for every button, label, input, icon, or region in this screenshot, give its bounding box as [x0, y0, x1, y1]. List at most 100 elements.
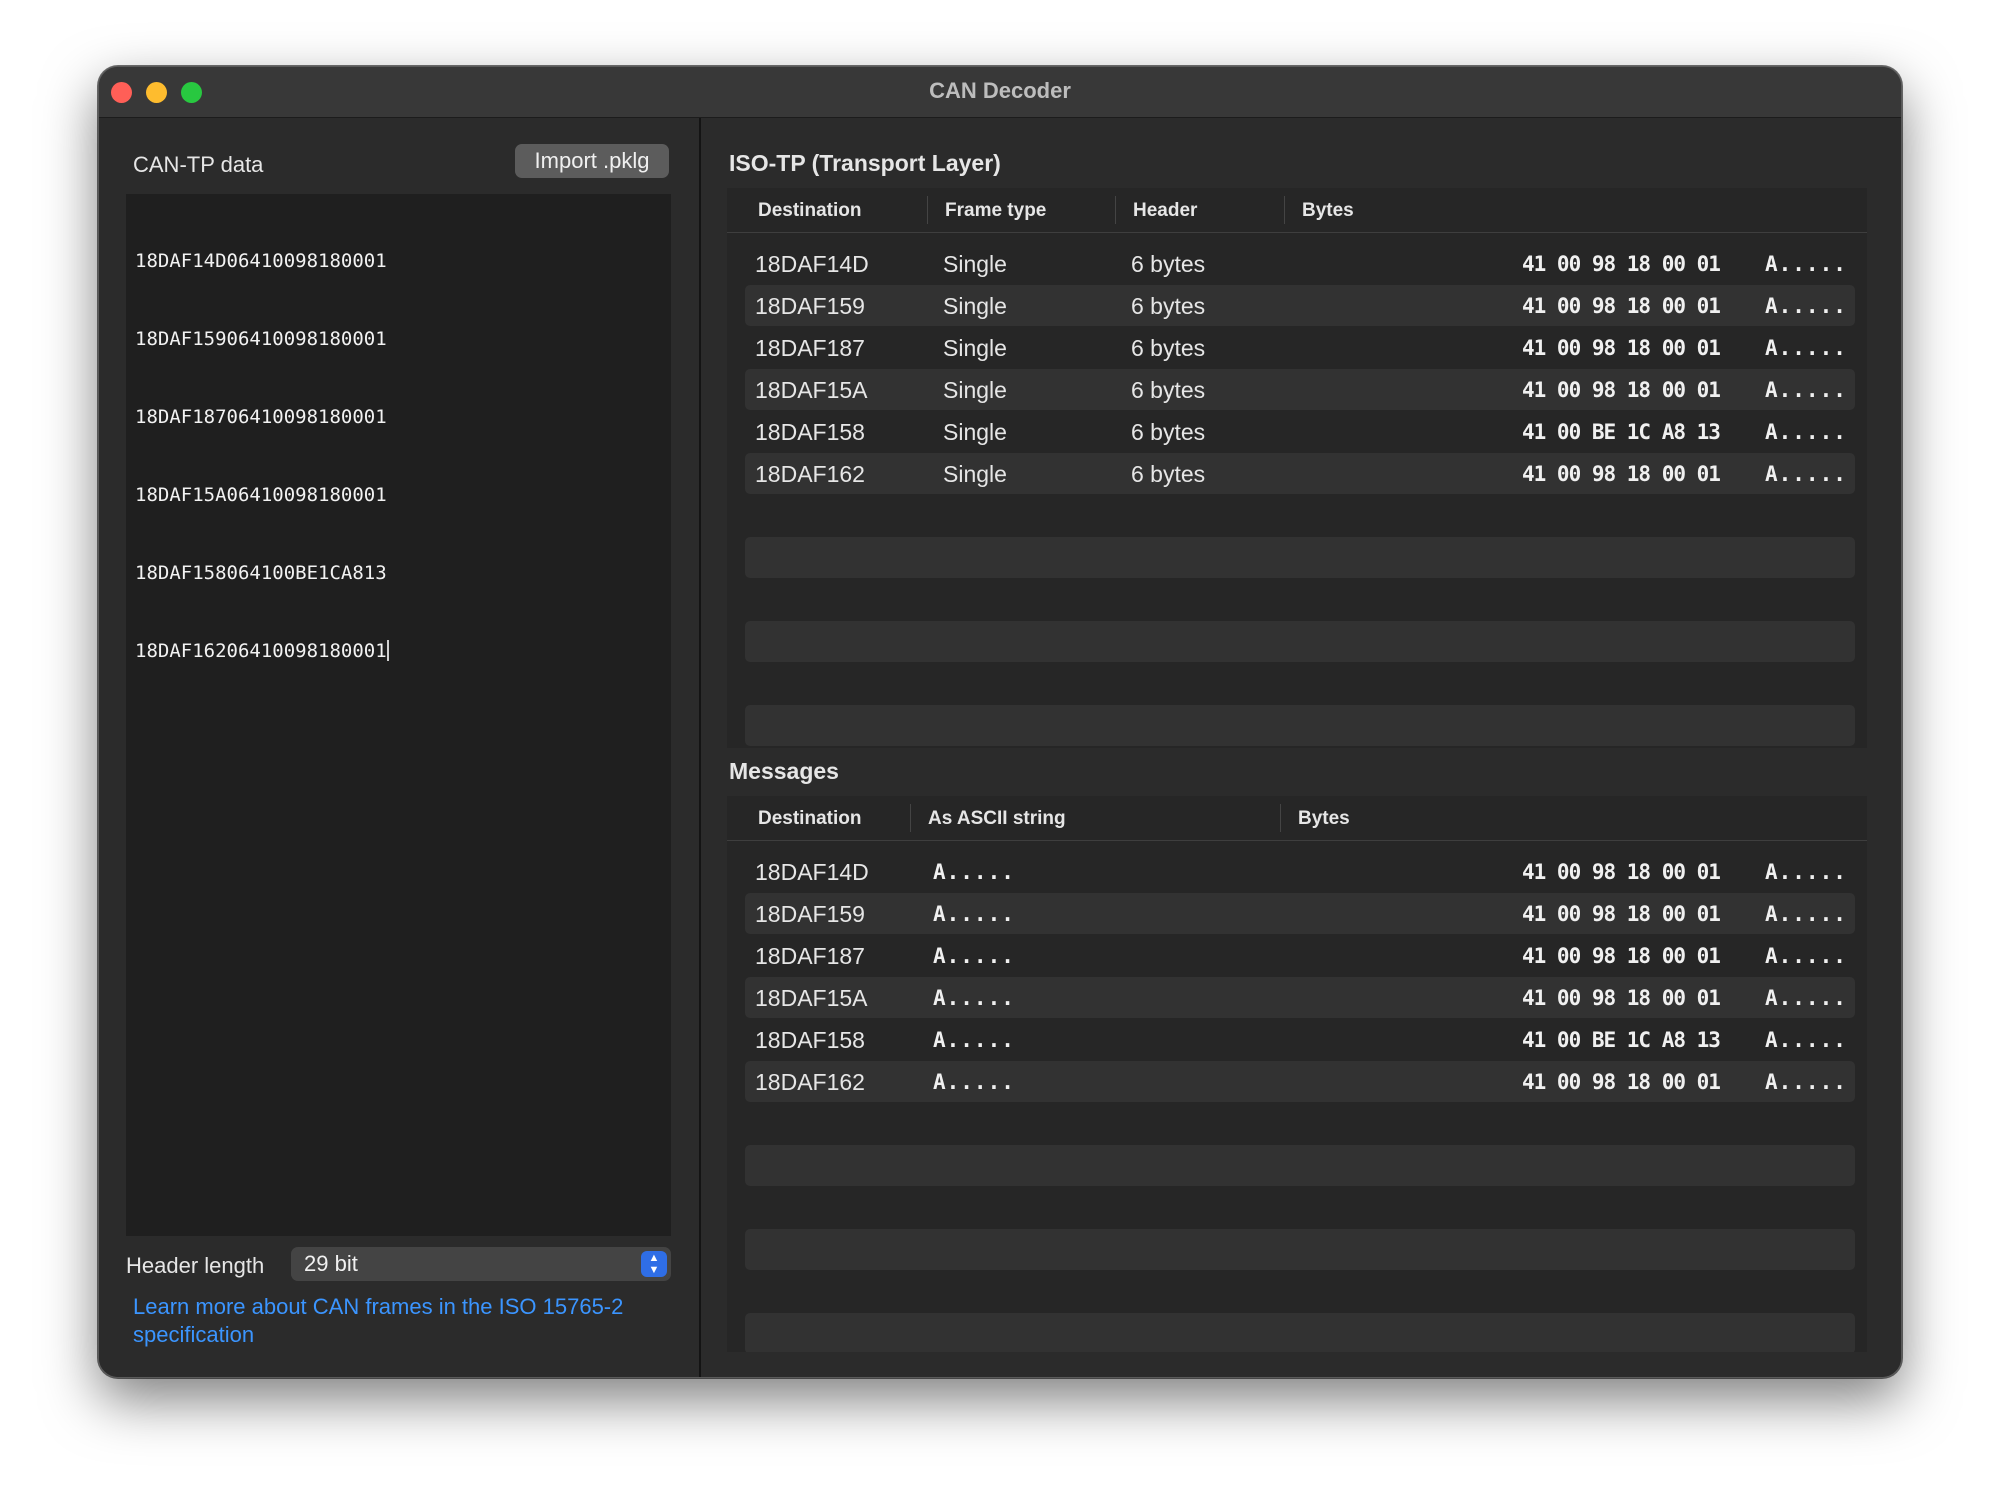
column-header-bytes[interactable]: Bytes: [1302, 200, 1354, 222]
bytes-hex-cell: 41 00 98 18 00 01: [1522, 378, 1721, 402]
column-header-destination[interactable]: Destination: [758, 808, 861, 830]
column-header-ascii-string[interactable]: As ASCII string: [928, 808, 1066, 830]
table-row[interactable]: 18DAF158 A..... 41 00 BE 1C A8 13 A.....: [745, 1019, 1855, 1060]
column-separator: [1115, 196, 1116, 224]
isotp-table[interactable]: Destination Frame type Header Bytes 18DA…: [727, 188, 1867, 748]
results-pane: ISO-TP (Transport Layer) Destination Fra…: [701, 118, 1901, 1377]
table-row[interactable]: 18DAF15A Single 6 bytes 41 00 98 18 00 01 A.…: [745, 369, 1855, 410]
bytes-hex-cell: 41 00 98 18 00 01: [1522, 902, 1721, 926]
empty-row: [745, 1229, 1855, 1270]
destination-cell: 18DAF15A: [755, 377, 868, 403]
bytes-ascii-cell: A.....: [1765, 944, 1847, 968]
destination-cell: 18DAF14D: [755, 859, 869, 885]
isotp-table-header: Destination Frame type Header Bytes: [727, 188, 1867, 233]
bytes-hex-cell: 41 00 98 18 00 01: [1522, 944, 1721, 968]
table-row[interactable]: 18DAF159 A..... 41 00 98 18 00 01 A.....: [745, 893, 1855, 934]
bytes-ascii-cell: A.....: [1765, 1070, 1847, 1094]
bytes-hex-cell: 41 00 98 18 00 01: [1522, 252, 1721, 276]
header-cell: 6 bytes: [1131, 293, 1206, 319]
destination-cell: 18DAF159: [755, 293, 865, 319]
ascii-string-cell: A.....: [933, 1028, 1015, 1052]
table-row[interactable]: 18DAF14D Single 6 bytes 41 00 98 18 00 01 A.…: [745, 243, 1855, 284]
bytes-ascii-cell: A.....: [1765, 902, 1847, 926]
ascii-string-cell: A.....: [933, 944, 1015, 968]
frame-type-cell: Single: [943, 293, 1007, 319]
iso-spec-link[interactable]: Learn more about CAN frames in the ISO 1…: [133, 1293, 673, 1349]
frame-type-cell: Single: [943, 419, 1007, 445]
ascii-string-cell: A.....: [933, 902, 1015, 926]
destination-cell: 18DAF187: [755, 943, 865, 969]
column-header-frame-type[interactable]: Frame type: [945, 200, 1046, 222]
empty-row: [745, 621, 1855, 662]
table-row[interactable]: 18DAF162 Single 6 bytes 41 00 98 18 00 01 A.…: [745, 453, 1855, 494]
bytes-hex-cell: 41 00 98 18 00 01: [1522, 860, 1721, 884]
editor-line: 18DAF15906410098180001: [135, 328, 387, 350]
header-length-select[interactable]: 29 bit ▲ ▼: [291, 1247, 671, 1281]
column-header-bytes[interactable]: Bytes: [1298, 808, 1350, 830]
ascii-string-cell: A.....: [933, 860, 1015, 884]
column-separator: [1284, 196, 1285, 224]
header-cell: 6 bytes: [1131, 377, 1206, 403]
bytes-hex-cell: 41 00 BE 1C A8 13: [1522, 1028, 1721, 1052]
table-row[interactable]: 18DAF187 Single 6 bytes 41 00 98 18 00 01 A.…: [745, 327, 1855, 368]
frame-type-cell: Single: [943, 251, 1007, 277]
bytes-hex-cell: 41 00 98 18 00 01: [1522, 986, 1721, 1010]
bytes-ascii-cell: A.....: [1765, 294, 1847, 318]
table-row[interactable]: 18DAF15A A..... 41 00 98 18 00 01 A.....: [745, 977, 1855, 1018]
messages-section-title: Messages: [729, 758, 839, 784]
bytes-ascii-cell: A.....: [1765, 860, 1847, 884]
bytes-hex-cell: 41 00 BE 1C A8 13: [1522, 420, 1721, 444]
table-row[interactable]: 18DAF162 A..... 41 00 98 18 00 01 A.....: [745, 1061, 1855, 1102]
column-separator: [910, 804, 911, 832]
bytes-hex-cell: 41 00 98 18 00 01: [1522, 1070, 1721, 1094]
table-row[interactable]: 18DAF159 Single 6 bytes 41 00 98 18 00 01 A.…: [745, 285, 1855, 326]
bytes-ascii-cell: A.....: [1765, 986, 1847, 1010]
frame-type-cell: Single: [943, 461, 1007, 487]
destination-cell: 18DAF15A: [755, 985, 868, 1011]
column-separator: [927, 196, 928, 224]
window-title: CAN Decoder: [929, 78, 1071, 103]
bytes-hex-cell: 41 00 98 18 00 01: [1522, 336, 1721, 360]
editor-line: 18DAF14D06410098180001: [135, 250, 387, 272]
header-cell: 6 bytes: [1131, 251, 1206, 277]
empty-row: [745, 537, 1855, 578]
text-caret: [386, 640, 389, 661]
editor-line: 18DAF16206410098180001: [135, 640, 387, 662]
bytes-ascii-cell: A.....: [1765, 420, 1847, 444]
chevron-up-down-icon: ▲ ▼: [641, 1251, 667, 1277]
empty-row: [745, 1313, 1855, 1352]
column-header-header[interactable]: Header: [1133, 200, 1197, 222]
header-cell: 6 bytes: [1131, 419, 1206, 445]
table-row[interactable]: 18DAF14D A..... 41 00 98 18 00 01 A.....: [745, 851, 1855, 892]
destination-cell: 18DAF187: [755, 335, 865, 361]
header-length-label: Header length: [126, 1253, 265, 1278]
frame-type-cell: Single: [943, 377, 1007, 403]
can-tp-data-label: CAN-TP data: [133, 152, 264, 177]
can-tp-data-editor[interactable]: 18DAF14D06410098180001 18DAF159064100981…: [126, 194, 671, 1236]
table-row[interactable]: 18DAF187 A..... 41 00 98 18 00 01 A.....: [745, 935, 1855, 976]
destination-cell: 18DAF14D: [755, 251, 869, 277]
bytes-ascii-cell: A.....: [1765, 252, 1847, 276]
editor-line: 18DAF18706410098180001: [135, 406, 387, 428]
editor-line: 18DAF15A06410098180001: [135, 484, 387, 506]
bytes-ascii-cell: A.....: [1765, 1028, 1847, 1052]
empty-row: [745, 1145, 1855, 1186]
messages-table-header: Destination As ASCII string Bytes: [727, 796, 1867, 841]
table-row[interactable]: 18DAF158 Single 6 bytes 41 00 BE 1C A8 13 A.…: [745, 411, 1855, 452]
title-bar: CAN Decoder: [99, 67, 1901, 118]
bytes-hex-cell: 41 00 98 18 00 01: [1522, 462, 1721, 486]
input-pane: CAN-TP data Import .pklg 18DAF14D0641009…: [99, 118, 699, 1377]
destination-cell: 18DAF162: [755, 461, 865, 487]
isotp-section-title: ISO-TP (Transport Layer): [729, 150, 1001, 176]
editor-line: 18DAF158064100BE1CA813: [135, 562, 387, 584]
messages-table[interactable]: Destination As ASCII string Bytes 18DAF1…: [727, 796, 1867, 1352]
bytes-ascii-cell: A.....: [1765, 462, 1847, 486]
frame-type-cell: Single: [943, 335, 1007, 361]
ascii-string-cell: A.....: [933, 1070, 1015, 1094]
column-header-destination[interactable]: Destination: [758, 200, 861, 222]
import-pklg-button[interactable]: Import .pklg: [515, 144, 669, 178]
bytes-hex-cell: 41 00 98 18 00 01: [1522, 294, 1721, 318]
column-separator: [1280, 804, 1281, 832]
header-cell: 6 bytes: [1131, 461, 1206, 487]
bytes-ascii-cell: A.....: [1765, 378, 1847, 402]
